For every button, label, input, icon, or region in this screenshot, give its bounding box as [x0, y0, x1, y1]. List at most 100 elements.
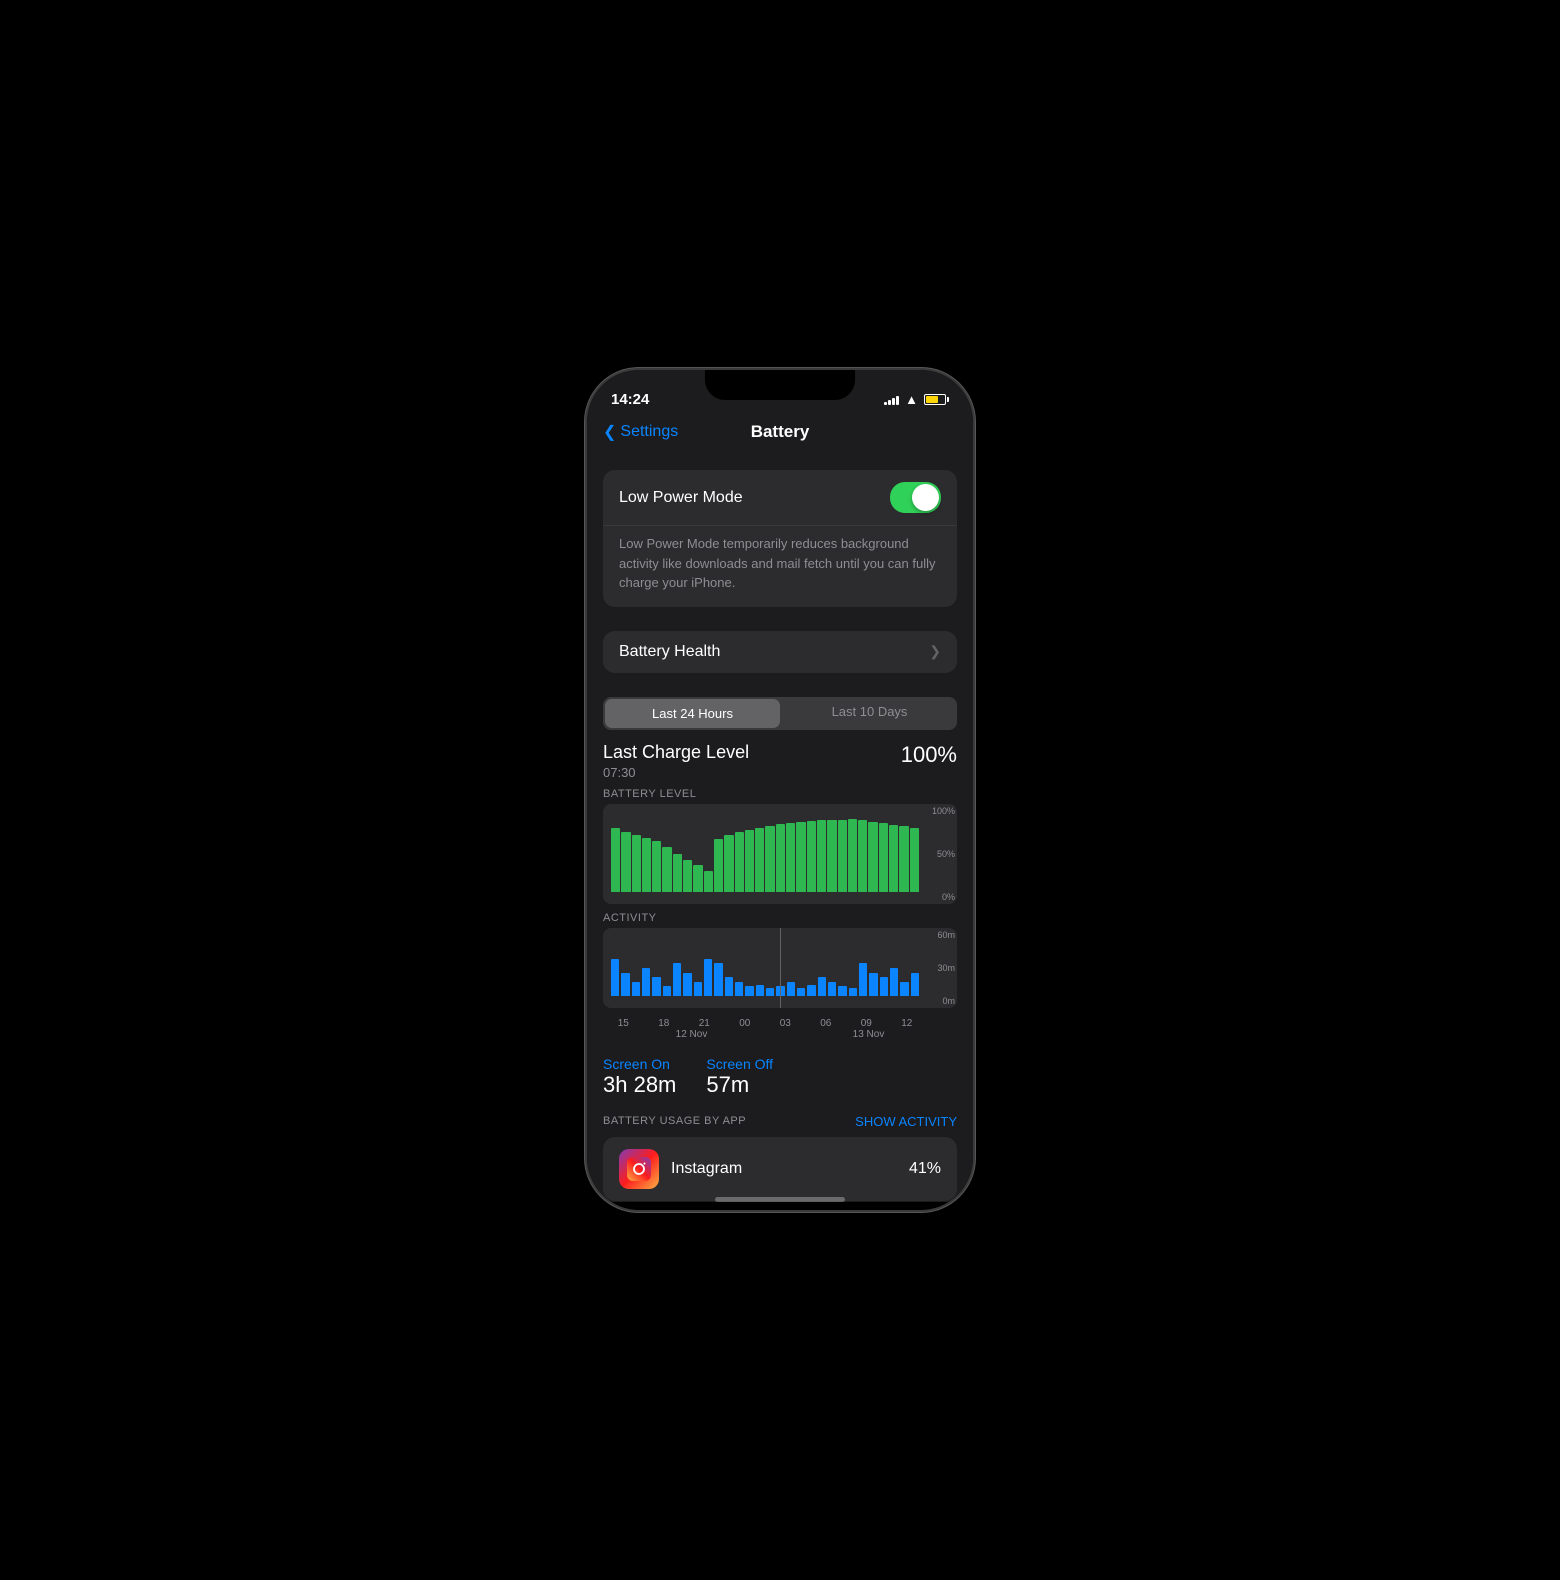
activity-y-60: 60m: [927, 930, 957, 940]
usage-header: BATTERY USAGE BY APP SHOW ACTIVITY: [587, 1110, 973, 1137]
phone-screen: 14:24 ▲ ❮ Set: [587, 370, 973, 1210]
time-axis: 1518210003060912: [587, 1016, 973, 1029]
time-axis-label: 15: [603, 1018, 644, 1029]
activity-bar: [652, 977, 660, 995]
status-icons: ▲: [884, 392, 949, 407]
activity-bar: [880, 977, 888, 995]
last-charge-section: Last Charge Level 07:30 100%: [587, 730, 973, 788]
screen-off-label: Screen Off: [706, 1056, 773, 1072]
charge-info: Last Charge Level 07:30: [603, 742, 749, 780]
time-axis-label: 09: [846, 1018, 887, 1029]
instagram-name: Instagram: [671, 1160, 897, 1178]
tab-last-10-days[interactable]: Last 10 Days: [782, 697, 957, 730]
time-axis-label: 12: [887, 1018, 928, 1029]
app-instagram[interactable]: Instagram 41%: [603, 1137, 957, 1201]
battery-bar: [868, 822, 877, 892]
battery-bar: [838, 820, 847, 892]
time-axis-label: 06: [806, 1018, 847, 1029]
battery-bar: [642, 838, 651, 892]
battery-bar: [910, 828, 919, 892]
time-axis-label: 00: [725, 1018, 766, 1029]
y-label-100: 100%: [927, 806, 957, 816]
home-indicator: [715, 1197, 845, 1202]
battery-bar: [611, 828, 620, 892]
show-activity-button[interactable]: SHOW ACTIVITY: [855, 1114, 957, 1129]
low-power-mode-toggle[interactable]: [890, 482, 941, 513]
screen-on-stat: Screen On 3h 28m: [603, 1056, 676, 1098]
battery-bar: [827, 820, 836, 891]
activity-bar: [828, 982, 836, 996]
battery-bar: [786, 823, 795, 892]
activity-bar: [694, 982, 702, 996]
power-button[interactable]: [973, 540, 975, 610]
battery-bar: [899, 826, 908, 891]
battery-bar: [796, 822, 805, 892]
chart-divider: [780, 928, 781, 1008]
battery-bar: [683, 860, 692, 892]
battery-level-section: BATTERY LEVEL 100% 50% 0%: [587, 788, 973, 912]
activity-bar: [818, 977, 826, 995]
time-axis-label: 03: [765, 1018, 806, 1029]
notch: [705, 370, 855, 400]
battery-icon: [924, 394, 949, 405]
status-time: 14:24: [611, 391, 649, 408]
screen-stats: Screen On 3h 28m Screen Off 57m: [587, 1044, 973, 1110]
y-label-50: 50%: [927, 849, 957, 859]
battery-bar: [776, 824, 785, 892]
battery-health-row[interactable]: Battery Health ❯: [603, 631, 957, 673]
signal-icon: [884, 393, 899, 405]
time-selector[interactable]: Last 24 Hours Last 10 Days: [603, 697, 957, 730]
battery-health-card[interactable]: Battery Health ❯: [603, 631, 957, 673]
battery-bar: [755, 828, 764, 892]
activity-bars: [611, 936, 919, 996]
low-power-description: Low Power Mode temporarily reduces backg…: [603, 526, 957, 607]
activity-bar: [663, 986, 671, 995]
battery-bar: [765, 826, 774, 892]
battery-bar: [621, 832, 630, 892]
date-labels: 12 Nov 13 Nov: [587, 1029, 973, 1044]
battery-bar: [879, 823, 888, 891]
battery-level-chart: 100% 50% 0%: [603, 804, 957, 904]
tab-last-24-hours[interactable]: Last 24 Hours: [605, 699, 780, 728]
screen-on-label: Screen On: [603, 1056, 676, 1072]
screen-off-value: 57m: [706, 1072, 773, 1098]
battery-bar: [807, 821, 816, 892]
activity-bar: [911, 973, 919, 996]
battery-bar: [889, 825, 898, 892]
battery-bar: [693, 865, 702, 891]
time-labels: 1518210003060912: [603, 1018, 927, 1029]
activity-bar: [849, 988, 857, 995]
battery-bar: [745, 830, 754, 892]
charge-row: Last Charge Level 07:30 100%: [603, 742, 957, 780]
battery-bar: [724, 835, 733, 891]
phone-device: 14:24 ▲ ❮ Set: [585, 368, 975, 1212]
activity-bar: [725, 977, 733, 995]
usage-title: BATTERY USAGE BY APP: [603, 1115, 746, 1127]
charge-percent: 100%: [901, 742, 957, 768]
activity-bar: [787, 982, 795, 996]
activity-bar: [642, 968, 650, 996]
activity-y-0: 0m: [927, 996, 957, 1006]
activity-section: ACTIVITY 60m 30m 0m: [587, 912, 973, 1016]
activity-bar: [673, 963, 681, 995]
activity-bar: [683, 973, 691, 996]
screen-on-value: 3h 28m: [603, 1072, 676, 1098]
back-label[interactable]: Settings: [620, 423, 678, 441]
back-button[interactable]: ❮ Settings: [603, 422, 678, 442]
time-axis-label: 21: [684, 1018, 725, 1029]
chevron-right-icon: ❯: [929, 643, 941, 660]
activity-y-30: 30m: [927, 963, 957, 973]
time-axis-label: 18: [644, 1018, 685, 1029]
gap2: [587, 673, 973, 681]
low-power-mode-row[interactable]: Low Power Mode: [603, 470, 957, 526]
activity-bar: [900, 982, 908, 996]
battery-bars: [611, 812, 919, 892]
low-power-mode-label: Low Power Mode: [619, 489, 743, 507]
battery-bar: [817, 820, 826, 891]
activity-bar: [621, 973, 629, 996]
battery-bar: [848, 819, 857, 892]
activity-bar: [859, 963, 867, 995]
activity-bar: [745, 986, 753, 995]
gap1: [587, 607, 973, 615]
activity-y-labels: 60m 30m 0m: [927, 928, 957, 1008]
